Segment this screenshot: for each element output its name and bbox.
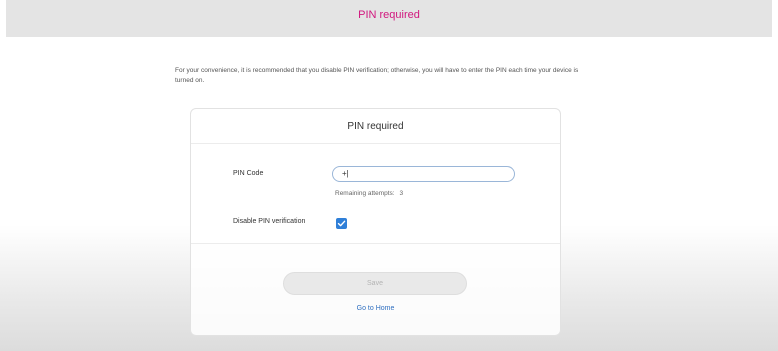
pin-code-value: +|	[342, 169, 349, 178]
card-divider-top	[191, 143, 560, 144]
check-icon	[337, 220, 346, 227]
go-to-home-link[interactable]: Go to Home	[191, 305, 560, 312]
page-title: PIN required	[358, 9, 420, 21]
pin-code-label: PIN Code	[233, 170, 264, 177]
pin-card: PIN required PIN Code +| Remaining attem…	[190, 108, 561, 336]
card-title: PIN required	[347, 121, 404, 132]
header-bar: PIN required	[6, 0, 772, 37]
intro-text: For your convenience, it is recommended …	[175, 67, 579, 84]
remaining-attempts: Remaining attempts: 3	[335, 190, 403, 197]
save-button[interactable]: Save	[283, 272, 467, 295]
card-divider-bottom	[191, 243, 560, 244]
remaining-attempts-value: 3	[399, 190, 404, 197]
disable-pin-label: Disable PIN verification	[233, 218, 306, 225]
pin-code-input[interactable]: +|	[332, 166, 515, 182]
remaining-attempts-label: Remaining attempts:	[335, 190, 395, 197]
page: PIN required For your convenience, it is…	[0, 0, 778, 351]
disable-pin-checkbox[interactable]	[336, 218, 347, 229]
